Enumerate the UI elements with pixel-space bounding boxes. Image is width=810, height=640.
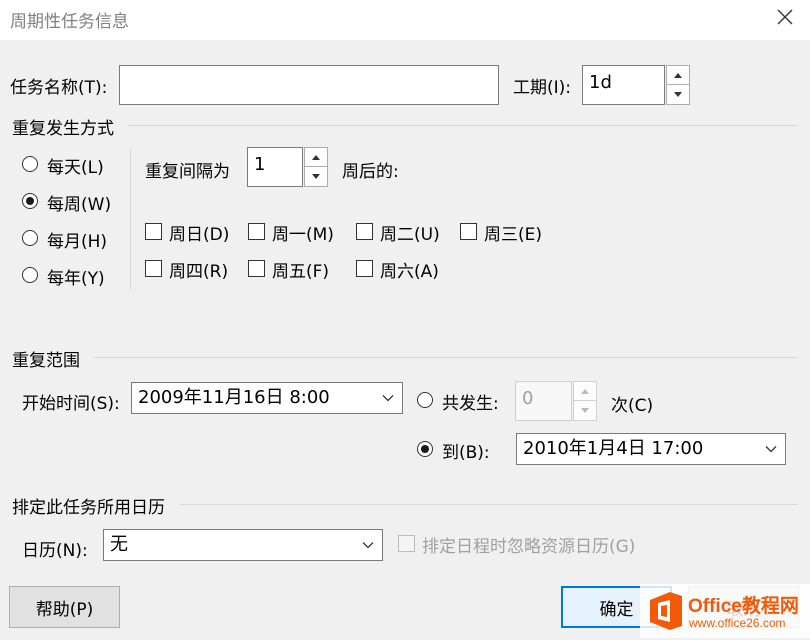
interval-suffix: 周后的: xyxy=(342,162,399,182)
watermark-url: www.office26.com xyxy=(689,616,786,630)
task-name-label: 任务名称(T): xyxy=(10,78,108,98)
spin-up-icon[interactable] xyxy=(305,148,327,167)
window-title: 周期性任务信息 xyxy=(10,12,129,32)
check-wednesday-label: 周三(E) xyxy=(484,225,543,245)
check-saturday-label: 周六(A) xyxy=(380,262,439,282)
checkbox-icon[interactable] xyxy=(398,535,415,552)
section-divider xyxy=(180,504,798,505)
duration-label: 工期(I): xyxy=(513,78,572,98)
radio-monthly-label: 每月(H) xyxy=(47,232,108,252)
task-name-input[interactable] xyxy=(119,65,499,105)
end-time-value: 2010年1月4日 17:00 xyxy=(523,438,704,459)
section-divider xyxy=(128,125,798,126)
spin-up-icon[interactable] xyxy=(667,66,689,85)
ignore-resource-calendar-label: 排定日程时忽略资源日历(G) xyxy=(422,537,636,557)
start-time-label: 开始时间(S): xyxy=(22,394,120,414)
office-logo-icon xyxy=(650,592,682,630)
start-time-value: 2009年11月16日 8:00 xyxy=(138,387,330,408)
radio-daily-label: 每天(L) xyxy=(47,158,104,178)
spin-down-icon[interactable] xyxy=(574,401,596,420)
end-by-label: 到(B): xyxy=(442,443,490,463)
interval-label: 重复间隔为 xyxy=(145,162,230,182)
calendar-label: 日历(N): xyxy=(22,541,88,561)
duration-input[interactable]: 1d xyxy=(582,65,665,105)
help-button[interactable]: 帮助(P) xyxy=(9,586,120,628)
radio-weekly-label: 每周(W) xyxy=(47,195,112,215)
calendar-value: 无 xyxy=(110,534,128,555)
occurrences-suffix: 次(C) xyxy=(611,396,654,416)
start-time-select[interactable]: 2009年11月16日 8:00 xyxy=(131,382,403,414)
calendar-section-title: 排定此任务所用日历 xyxy=(12,498,165,518)
watermark: Office教程网 www.office26.com xyxy=(640,584,810,638)
radio-icon[interactable] xyxy=(22,156,38,172)
check-sunday-label: 周日(D) xyxy=(169,225,230,245)
radio-selected-icon[interactable] xyxy=(22,193,38,209)
options-divider xyxy=(130,148,131,290)
check-friday-label: 周五(F) xyxy=(272,262,330,282)
checkbox-icon[interactable] xyxy=(145,223,162,240)
checkbox-icon[interactable] xyxy=(460,223,477,240)
checkbox-icon[interactable] xyxy=(356,223,373,240)
watermark-brand: Office教程网 xyxy=(688,596,799,617)
close-icon[interactable] xyxy=(774,6,796,28)
radio-selected-icon[interactable] xyxy=(417,441,433,457)
checkbox-icon[interactable] xyxy=(248,260,265,277)
checkbox-icon[interactable] xyxy=(248,223,265,240)
calendar-select[interactable]: 无 xyxy=(103,529,383,561)
interval-input[interactable]: 1 xyxy=(247,147,303,187)
range-section-title: 重复范围 xyxy=(12,351,80,371)
occurrences-label: 共发生: xyxy=(442,394,499,414)
chevron-down-icon xyxy=(382,395,394,402)
section-divider xyxy=(94,357,798,358)
recurrence-section-title: 重复发生方式 xyxy=(12,119,114,139)
duration-spinner[interactable] xyxy=(666,65,690,105)
interval-spinner[interactable] xyxy=(304,147,328,187)
check-tuesday-label: 周二(U) xyxy=(380,225,440,245)
radio-icon[interactable] xyxy=(22,267,38,283)
end-time-select[interactable]: 2010年1月4日 17:00 xyxy=(516,433,786,465)
radio-yearly-label: 每年(Y) xyxy=(47,269,105,289)
occurrences-spinner[interactable] xyxy=(573,381,597,421)
check-monday-label: 周一(M) xyxy=(272,225,334,245)
chevron-down-icon xyxy=(362,542,374,549)
checkbox-icon[interactable] xyxy=(145,260,162,277)
spin-down-icon[interactable] xyxy=(667,85,689,104)
check-thursday-label: 周四(R) xyxy=(169,262,229,282)
occurrences-input[interactable]: 0 xyxy=(515,381,572,421)
radio-icon[interactable] xyxy=(22,230,38,246)
spin-up-icon[interactable] xyxy=(574,382,596,401)
checkbox-icon[interactable] xyxy=(356,260,373,277)
radio-icon[interactable] xyxy=(417,392,433,408)
spin-down-icon[interactable] xyxy=(305,167,327,186)
chevron-down-icon xyxy=(765,446,777,453)
